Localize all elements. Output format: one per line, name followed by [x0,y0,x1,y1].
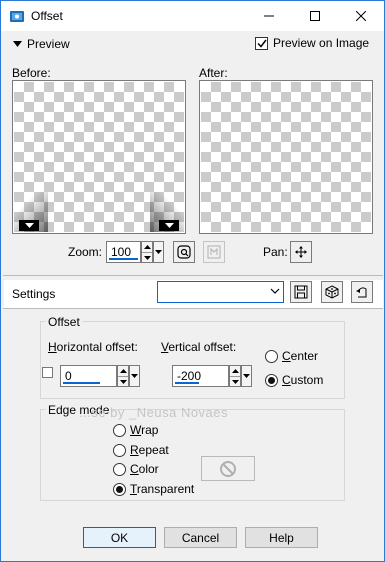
spin-up-icon [230,366,240,376]
separator-bottom [3,308,383,309]
pan-label: Pan: [263,245,288,259]
vertical-offset-dropdown[interactable] [241,365,252,387]
edge-color-radio[interactable]: Color [113,462,159,476]
actual-size-icon [207,245,221,259]
minimize-button[interactable] [246,1,292,31]
save-icon [294,285,308,299]
collapse-arrow-icon [13,41,22,47]
edge-repeat-radio[interactable]: Repeat [113,443,169,457]
spin-up-icon [118,366,128,376]
vertical-offset-value: -200 [177,369,202,383]
horizontal-offset-dropdown[interactable] [129,365,140,387]
reset-icon [356,287,367,298]
ok-button[interactable]: OK [83,527,156,548]
radio-selected-icon [265,373,278,387]
pan-button[interactable] [290,241,312,263]
radio-empty-icon [113,423,126,437]
dice-icon [325,285,339,299]
preview-on-image-label: Preview on Image [273,36,370,50]
save-preset-button[interactable] [290,281,312,303]
spin-down-icon [142,252,152,262]
zoom-value: 100 [111,245,132,259]
offset-dialog: Offset Preview Preview on Image Before: … [0,0,385,562]
maximize-icon [310,11,320,21]
help-button[interactable]: Help [245,527,318,548]
pan-icon [295,246,307,258]
zoom-spinner[interactable] [141,241,153,263]
zoom-fit-icon [177,245,191,259]
title-bar: Offset [1,1,384,31]
after-label: After: [199,66,228,80]
preview-on-image-checkbox[interactable]: Preview on Image [255,36,369,50]
maximize-button[interactable] [292,1,338,31]
repeat-label: Repeat [130,443,169,457]
preview-toggle[interactable]: Preview [13,37,70,51]
custom-radio[interactable]: Custom [265,373,323,387]
horizontal-offset-spinner[interactable] [117,365,129,387]
horizontal-offset-label: Horizontal offset: [48,340,138,354]
preset-combobox[interactable] [157,281,284,303]
offset-group-title: Offset [46,315,82,329]
preview-toggle-label: Preview [27,37,70,51]
checkbox-checked-icon [255,36,268,50]
app-icon [9,8,25,24]
chevron-down-icon [270,288,280,294]
horizontal-offset-value: 0 [65,369,72,383]
edge-wrap-radio[interactable]: Wrap [113,423,158,437]
zoom-actual-size-button[interactable] [203,241,225,263]
before-preview[interactable] [12,80,186,234]
dropdown-arrow-icon [155,250,162,254]
close-icon [356,11,366,21]
vertical-offset-input[interactable]: -200 [172,365,252,387]
randomize-button[interactable] [321,281,343,303]
radio-empty-icon [265,349,278,363]
edge-color-swatch[interactable] [201,456,255,481]
before-label: Before: [12,66,51,80]
custom-label: Custom [282,373,324,387]
settings-label: Settings [12,287,56,301]
color-label: Color [130,462,159,476]
center-label: Center [282,349,319,363]
watermark-text: ...se by _Neusa Novaes [79,405,229,420]
vertical-offset-label: Vertical offset: [161,340,237,354]
spin-up-icon [142,242,152,252]
radio-selected-icon [113,482,126,496]
no-color-icon [220,460,236,477]
vertical-offset-spinner[interactable] [229,365,241,387]
zoom-dropdown-button[interactable] [153,241,164,263]
separator-top [3,275,383,276]
scroll-down-right-icon[interactable] [159,220,179,231]
close-button[interactable] [338,1,384,31]
dropdown-arrow-icon [131,374,138,378]
spin-down-icon [118,376,128,386]
scroll-down-left-icon[interactable] [19,220,39,231]
zoom-label: Zoom: [68,245,103,259]
wrap-label: Wrap [130,423,159,437]
zoom-fit-button[interactable] [173,241,195,263]
radio-empty-icon [113,462,126,476]
edge-transparent-radio[interactable]: Transparent [113,482,194,496]
window-title: Offset [31,9,63,23]
dropdown-arrow-icon [243,374,250,378]
transparent-label: Transparent [130,482,195,496]
minimize-icon [264,15,274,17]
after-preview[interactable] [199,80,373,234]
radio-empty-icon [113,443,126,457]
reset-button[interactable] [351,281,373,303]
horizontal-offset-input[interactable]: 0 [60,365,140,387]
center-radio[interactable]: Center [265,349,318,363]
link-offsets-checkbox[interactable] [42,367,53,378]
spin-down-icon [230,376,240,386]
zoom-input[interactable]: 100 [106,241,164,263]
cancel-button[interactable]: Cancel [164,527,237,548]
